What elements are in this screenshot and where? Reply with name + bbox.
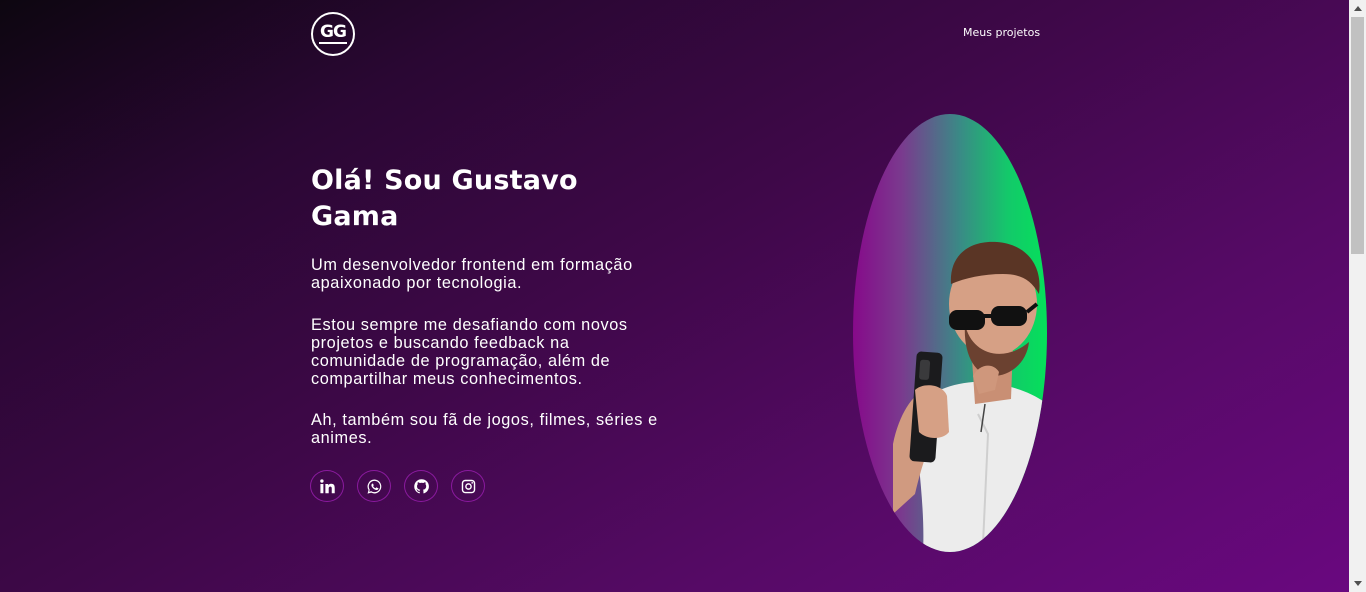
logo-underline	[319, 42, 347, 44]
scroll-up-icon[interactable]	[1349, 0, 1366, 17]
nav-link-projects[interactable]: Meus projetos	[963, 26, 1040, 39]
scroll-thumb[interactable]	[1351, 17, 1364, 254]
hero-paragraph-hobbies: Ah, também sou fã de jogos, filmes, séri…	[311, 411, 658, 447]
whatsapp-icon	[367, 479, 381, 494]
whatsapp-button[interactable]	[357, 470, 391, 502]
hero-paragraph-intro: Um desenvolvedor frontend em formação ap…	[311, 256, 633, 292]
scroll-down-icon[interactable]	[1349, 575, 1366, 592]
logo-text: GG	[320, 21, 347, 42]
github-button[interactable]	[404, 470, 438, 502]
person-illustration	[893, 241, 1047, 552]
page: GG Meus projetos Olá! Sou Gustavo Gama U…	[0, 0, 1349, 592]
linkedin-button[interactable]	[310, 470, 344, 502]
linkedin-icon	[319, 478, 335, 493]
hero-title: Olá! Sou Gustavo Gama	[311, 165, 578, 232]
github-icon	[413, 478, 429, 493]
page-scrollbar[interactable]	[1349, 0, 1366, 592]
instagram-button[interactable]	[451, 470, 485, 502]
social-links	[310, 470, 485, 502]
hero-paragraph-challenges: Estou sempre me desafiando com novos pro…	[311, 316, 628, 388]
profile-photo	[853, 114, 1047, 552]
logo-link[interactable]: GG	[311, 12, 355, 56]
instagram-icon	[461, 479, 475, 493]
